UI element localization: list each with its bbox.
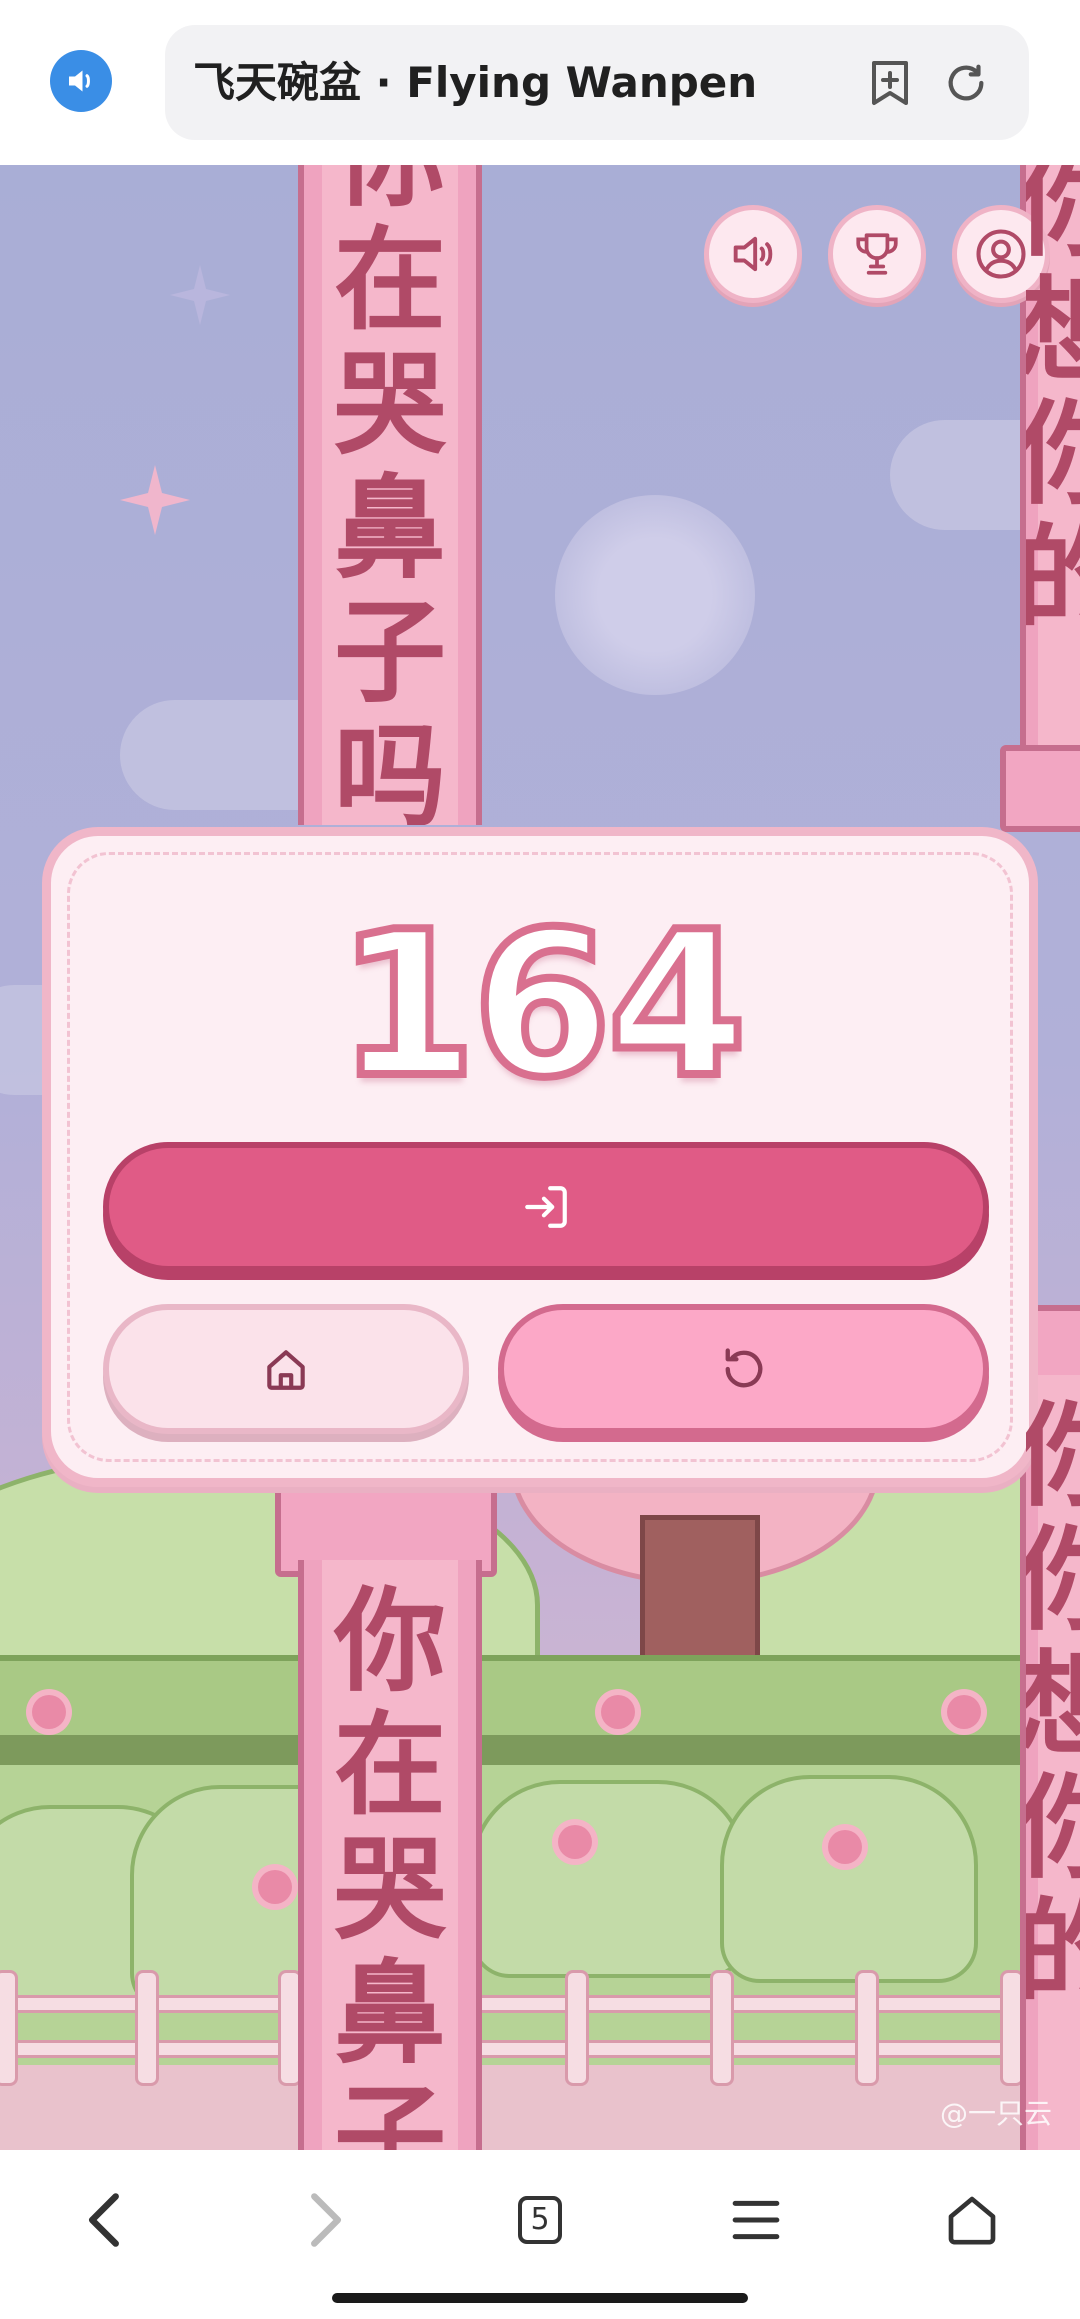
leaderboard-button[interactable]	[828, 205, 926, 303]
pillar-char: 鼻	[334, 464, 446, 594]
flower	[258, 1870, 292, 1904]
sound-toggle-button[interactable]	[704, 205, 802, 303]
pillar-char: 你	[334, 165, 446, 219]
moon-decoration	[555, 495, 755, 695]
login-icon	[525, 1186, 567, 1228]
path	[0, 2065, 1080, 2150]
flower	[828, 1830, 862, 1864]
trophy-icon	[856, 233, 898, 275]
restart-button[interactable]	[498, 1304, 989, 1434]
sparkle-icon	[170, 265, 230, 325]
pillar-bottom-left: 你 在 哭 鼻 子	[298, 1560, 482, 2150]
home-nav-button[interactable]	[932, 2180, 1012, 2260]
sparkle-icon	[120, 465, 190, 535]
browser-toolbar: 飞天碗盆 · Flying Wanpen	[0, 0, 1080, 165]
pillar-char: 子	[334, 2073, 446, 2150]
fence-post	[0, 1970, 18, 2086]
pillar-char: 鼻	[334, 1949, 446, 2079]
final-score: 164	[333, 889, 750, 1122]
fence-post	[710, 1970, 734, 2086]
home-icon	[948, 2196, 996, 2245]
flower	[558, 1825, 592, 1859]
user-icon	[976, 229, 1026, 279]
continue-button[interactable]	[103, 1142, 989, 1272]
tab-count-badge: 5	[518, 2196, 562, 2244]
pillar-char: 你	[1026, 1395, 1080, 1519]
fence-rail	[0, 1995, 1080, 2013]
pillar-bottom-right: 你 你 想 你 的	[1020, 1375, 1080, 2150]
pillar-char: 在	[334, 1701, 446, 1831]
page-title: 飞天碗盆 · Flying Wanpen	[193, 58, 758, 107]
flower	[601, 1695, 635, 1729]
watermark: @一只云	[939, 2097, 1052, 2130]
bush	[470, 1780, 748, 1978]
menu-icon	[732, 2200, 780, 2240]
pillar-char: 你	[1026, 1519, 1080, 1643]
fence-rail	[0, 2040, 1080, 2058]
audio-playing-icon[interactable]	[50, 50, 112, 112]
bush	[720, 1775, 978, 1983]
home-button[interactable]	[103, 1304, 469, 1434]
fence-post	[135, 1970, 159, 2086]
pillar-char: 在	[334, 216, 446, 346]
volume-icon	[733, 236, 773, 272]
pillar-char: 你	[1026, 1767, 1080, 1891]
pillar-char: 的	[1026, 517, 1080, 641]
pillar-char: 哭	[334, 1825, 446, 1955]
back-icon	[88, 2193, 119, 2247]
pillar-char: 吗	[334, 712, 446, 825]
flower	[32, 1695, 66, 1729]
pillar-char: 你	[1026, 393, 1080, 517]
address-bar[interactable]: 飞天碗盆 · Flying Wanpen	[165, 25, 1029, 140]
home-icon	[267, 1350, 305, 1390]
fence-post	[565, 1970, 589, 2086]
flower	[947, 1695, 981, 1729]
pillar-cap	[1000, 745, 1080, 832]
pillar-char: 你	[1026, 165, 1080, 269]
pillar-char: 想	[1026, 269, 1080, 393]
home-indicator[interactable]	[332, 2293, 748, 2303]
game-over-card: 164	[42, 827, 1038, 1487]
pillar-char: 你	[334, 1577, 446, 1707]
fence-post	[855, 1970, 879, 2086]
pillar-char: 哭	[334, 340, 446, 470]
pillar-top-right: 你 想 你 的	[1020, 165, 1080, 745]
forward-button[interactable]	[285, 2180, 365, 2260]
pillar-char: 想	[1026, 1643, 1080, 1767]
menu-button[interactable]	[716, 2180, 796, 2260]
refresh-icon[interactable]	[941, 58, 991, 108]
bookmark-add-icon[interactable]	[865, 58, 915, 108]
grass-shadow	[0, 1735, 1080, 1765]
forward-icon	[311, 2193, 342, 2247]
pillar-char: 的	[1026, 1891, 1080, 2015]
pillar-top-left: 你 在 哭 鼻 子 吗	[298, 165, 482, 825]
back-button[interactable]	[65, 2180, 145, 2260]
pillar-char: 子	[334, 588, 446, 718]
restart-icon	[725, 1348, 762, 1388]
tabs-button[interactable]: 5	[500, 2180, 580, 2260]
game-canvas[interactable]: 你 在 哭 鼻 子 吗 你 在 哭 鼻 子 你 想 你 的 你 你 想 你 的	[0, 165, 1080, 2150]
